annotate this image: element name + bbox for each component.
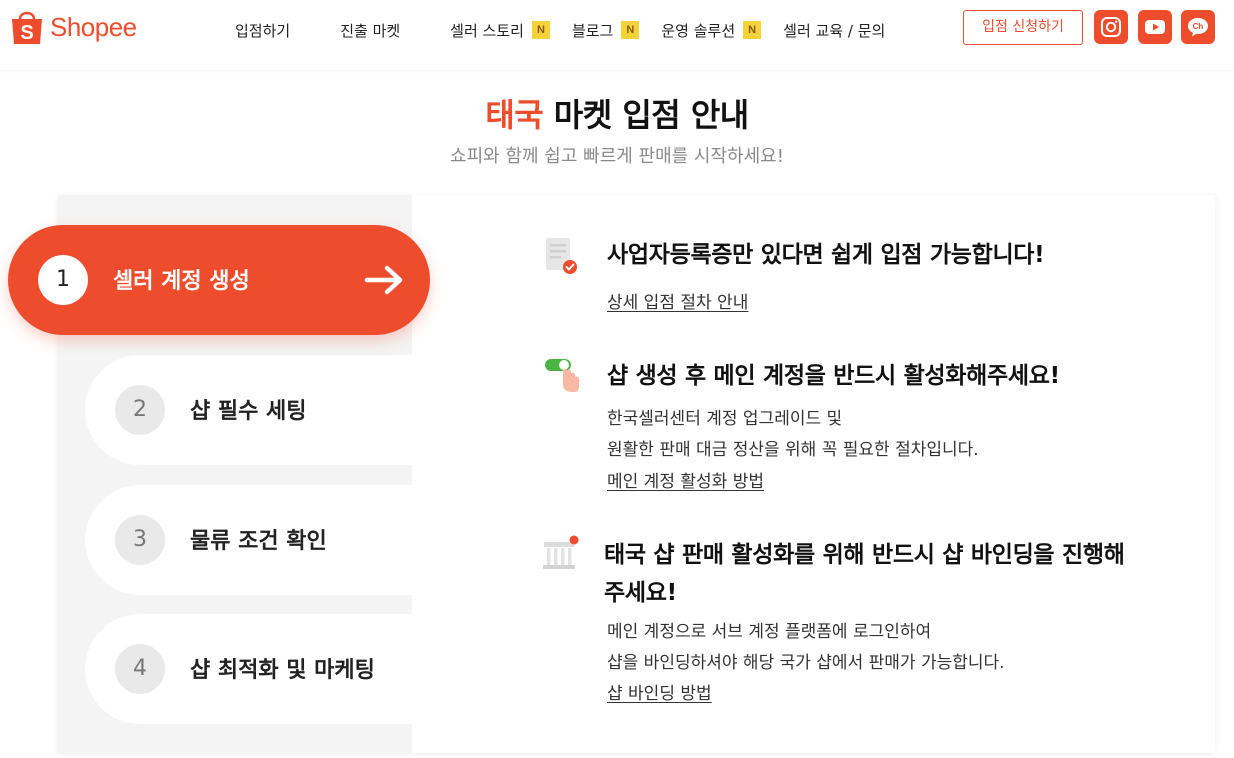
step-label: 셀러 계정 생성 — [113, 269, 250, 294]
title-line: 태국 샵 판매 활성화를 위해 반드시 샵 바인딩을 진행해 — [604, 542, 1125, 568]
step-tab-3[interactable]: 3 물류 조건 확인 — [85, 485, 415, 595]
nav-item-label: 운영 솔루션 — [661, 21, 736, 40]
step-label: 샵 최적화 및 마케팅 — [190, 658, 375, 683]
nav-item-label: 진출 마켓 — [340, 21, 401, 40]
page-title: 태국 마켓 입점 안내 — [0, 90, 1234, 136]
new-badge: N — [743, 21, 762, 39]
nav-item-seller-story[interactable]: 셀러 스토리 N — [450, 20, 550, 41]
nav-item-markets[interactable]: 진출 마켓 — [340, 20, 400, 41]
description-line: 샵을 바인딩하셔야 해당 국가 샵에서 판매가 가능합니다. — [607, 653, 1005, 673]
apply-button[interactable]: 입점 신청하기 — [963, 10, 1083, 45]
step-label: 물류 조건 확인 — [190, 529, 327, 554]
description-line: 한국셀러센터 계정 업그레이드 및 — [607, 409, 843, 429]
svg-text:S: S — [20, 22, 33, 44]
new-badge: N — [621, 21, 640, 39]
page-subtitle: 쇼피와 함께 쉽고 빠르게 판매를 시작하세요! — [450, 146, 784, 167]
youtube-icon[interactable] — [1138, 10, 1172, 44]
step-tab-1[interactable]: 1 셀러 계정 생성 — [8, 225, 430, 335]
step-number: 1 — [38, 255, 88, 305]
nav-item-apply[interactable]: 입점하기 — [235, 20, 290, 41]
title-rest: 마켓 입점 안내 — [553, 96, 749, 134]
description-line: 원활한 판매 대금 정산을 위해 꼭 필요한 절차입니다. — [607, 440, 979, 460]
nav-item-label: 셀러 스토리 — [450, 21, 524, 40]
shop-binding-guide-link[interactable]: 샵 바인딩 방법 — [607, 679, 712, 704]
kakao-channel-label: Ch — [1193, 22, 1204, 31]
step-number: 2 — [115, 385, 165, 435]
arrow-right-icon — [363, 258, 407, 306]
top-header: S Shopee 입점하기 진출 마켓 셀러 스토리 N 블로그 N 운영 솔루… — [0, 0, 1234, 70]
description-line: 메인 계정으로 서브 계정 플랫폼에 로그인하여 — [607, 622, 932, 642]
instagram-icon[interactable] — [1094, 10, 1128, 44]
step-tab-2[interactable]: 2 샵 필수 세팅 — [85, 355, 415, 465]
brand-name: Shopee — [50, 11, 137, 42]
shop-binding-icon — [540, 534, 582, 578]
step-label: 샵 필수 세팅 — [190, 399, 307, 424]
nav-item-education[interactable]: 셀러 교육 / 문의 — [783, 20, 885, 41]
title-line: 주세요! — [604, 580, 677, 606]
content-title: 태국 샵 판매 활성화를 위해 반드시 샵 바인딩을 진행해 주세요! — [604, 536, 1194, 612]
nav-item-blog[interactable]: 블로그 N — [571, 20, 640, 41]
main-account-activation-link[interactable]: 메인 계정 활성화 방법 — [607, 467, 764, 492]
shopee-logo[interactable]: S Shopee — [10, 8, 137, 46]
step-number: 4 — [115, 644, 165, 694]
toggle-tap-icon — [543, 355, 583, 399]
shopee-bag-icon: S — [10, 8, 44, 46]
content-description: 한국셀러센터 계정 업그레이드 및 원활한 판매 대금 정산을 위해 꼭 필요한… — [607, 404, 979, 466]
kakao-channel-icon[interactable]: Ch — [1181, 10, 1215, 44]
new-badge: N — [531, 21, 550, 39]
content-title: 사업자등록증만 있다면 쉽게 입점 가능합니다! — [607, 242, 1045, 268]
title-accent: 태국 — [485, 96, 544, 134]
step-number: 3 — [115, 515, 165, 565]
nav-item-label: 블로그 — [571, 21, 614, 40]
content-title: 샵 생성 후 메인 계정을 반드시 활성화해주세요! — [607, 363, 1060, 389]
onboarding-guide-link[interactable]: 상세 입점 절차 안내 — [607, 288, 748, 313]
step-tab-4[interactable]: 4 샵 최적화 및 마케팅 — [85, 614, 415, 724]
document-check-icon — [543, 236, 581, 280]
content-description: 메인 계정으로 서브 계정 플랫폼에 로그인하여 샵을 바인딩하셔야 해당 국가… — [607, 617, 1005, 679]
nav-item-label: 셀러 교육 / 문의 — [783, 21, 886, 40]
main-nav: 입점하기 진출 마켓 셀러 스토리 N 블로그 N 운영 솔루션 N 셀러 교육… — [235, 0, 885, 60]
nav-item-solutions[interactable]: 운영 솔루션 N — [661, 20, 762, 41]
nav-item-label: 입점하기 — [235, 21, 291, 40]
